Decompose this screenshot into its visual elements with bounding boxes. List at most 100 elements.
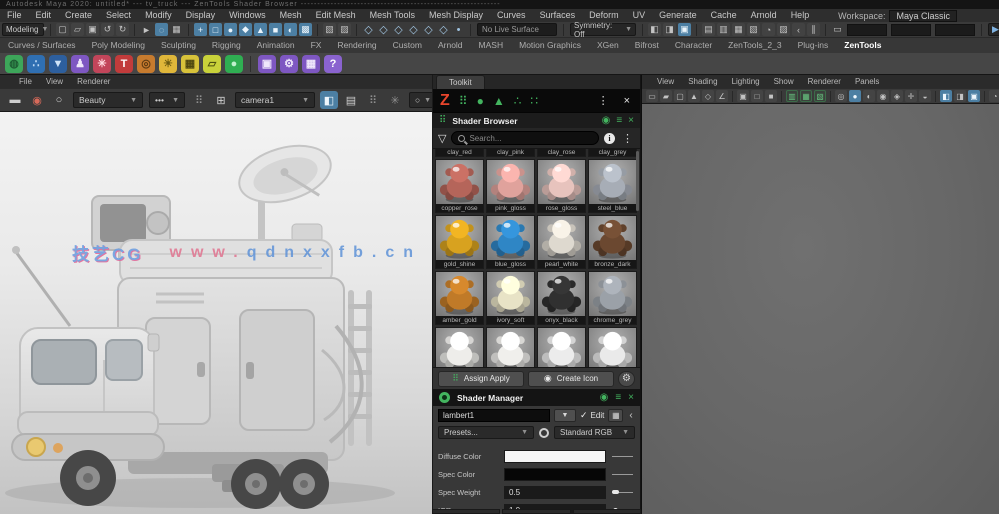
magnet-proj-icon[interactable]: ◇ [407,23,420,36]
material-swatch-clay_rose[interactable]: clay_rose [537,149,586,157]
undo-icon[interactable]: ↺ [101,23,114,36]
menu-help[interactable]: Help [784,9,817,22]
magnet-view-icon[interactable]: ◇ [422,23,435,36]
material-swatch-pearl_white[interactable]: pearl_white [537,215,586,269]
browser-target-icon[interactable]: ◉ [602,115,611,126]
swatch-grid-icon[interactable]: ⠿ [459,94,468,108]
display-gamma-select[interactable]: ••• ▼ [149,92,185,108]
ipr-render-icon[interactable]: ▥ [717,23,730,36]
workspace-selector[interactable]: Workspace: Maya Classic [838,9,957,22]
magnet-point-icon[interactable]: ◇ [392,23,405,36]
viewport-menu-panels[interactable]: Panels [848,77,886,86]
record-icon[interactable]: ◉ [28,91,46,109]
viewport-menu-lighting[interactable]: Lighting [725,77,767,86]
shelf-tab-plug-ins[interactable]: Plug-ins [790,38,837,53]
text-tool-icon[interactable]: T [115,54,133,73]
shelf-tab-curves-surfaces[interactable]: Curves / Surfaces [0,38,84,53]
render-time-icon[interactable]: ◔ [762,23,775,36]
viewport-menu-show[interactable]: Show [767,77,801,86]
shadows-icon[interactable]: ◈ [891,90,903,102]
zen-gear-icon[interactable]: ⚙ [280,54,298,73]
shelf-tab-arnold[interactable]: Arnold [430,38,471,53]
hypershade-icon[interactable]: ▧ [747,23,760,36]
paint-select-icon[interactable]: ▦ [170,23,183,36]
new-scene-icon[interactable]: ▢ [56,23,69,36]
dots-icon[interactable]: ⠿ [190,91,208,109]
launch-render-icon[interactable]: ▨ [777,23,790,36]
render-frame-icon[interactable]: ▤ [702,23,715,36]
workspace-value[interactable]: Maya Classic [889,9,957,22]
select-object-icon[interactable]: □ [209,23,222,36]
select-camera-icon[interactable]: ▭ [646,90,658,102]
renderview-menu-view[interactable]: View [39,77,70,86]
pause-icon[interactable]: ∥ [807,23,820,36]
shelf-tab-bifrost[interactable]: Bifrost [627,38,667,53]
zen-help-icon[interactable]: ? [324,54,342,73]
menu-uv[interactable]: UV [626,9,653,22]
manager-target-icon[interactable]: ◉ [600,392,609,403]
material-swatch-bronze_dark[interactable]: bronze_dark [588,215,637,269]
shelf-tab-poly-modeling[interactable]: Poly Modeling [84,38,153,53]
lasso-tool-icon[interactable]: ◌ [155,23,168,36]
manager-close-icon[interactable]: × [628,392,634,403]
viewport-menu-renderer[interactable]: Renderer [801,77,848,86]
panel-menu-icon[interactable]: ⋮ [595,94,612,107]
attribute-value-field[interactable]: 0.5 [504,485,606,499]
isolate-icon[interactable]: ◧ [320,91,338,109]
shelf-tab-custom[interactable]: Custom [385,38,430,53]
material-swatch-porcelain[interactable]: porcelain [537,327,586,367]
material-swatch-chrome_grey[interactable]: chrome_grey [588,271,637,325]
material-swatch-clay_pink[interactable]: clay_pink [486,149,535,157]
swatch-editor-icon[interactable]: ▦ [608,408,624,422]
snap-grid-icon[interactable]: ◆ [239,23,252,36]
shelf-tab-zentools[interactable]: ZenTools [836,38,889,53]
coordinate-y-field[interactable] [891,23,931,36]
menu-mesh-tools[interactable]: Mesh Tools [363,9,422,22]
save-scene-icon[interactable]: ▣ [86,23,99,36]
menu-curves[interactable]: Curves [490,9,533,22]
cone-preview-icon[interactable]: ▲ [493,94,505,108]
coordinate-x-field[interactable] [847,23,887,36]
attribute-slider[interactable] [612,450,635,463]
zen-grid-icon[interactable]: ▦ [302,54,320,73]
panel-close-icon[interactable]: × [621,95,633,107]
crop-region-icon[interactable]: ⊞ [212,91,230,109]
knot-tool-icon[interactable]: ◎ [137,54,155,73]
grease-pencil-icon[interactable]: ▣ [737,90,749,102]
xray-joints-icon[interactable]: ▣ [968,90,980,102]
material-swatch-clay_white[interactable]: clay_white [435,327,484,367]
shelf-tab-character[interactable]: Character [667,38,720,53]
wireframe-icon[interactable]: ◎ [835,90,847,102]
menu-display[interactable]: Display [179,9,223,22]
menu-windows[interactable]: Windows [222,9,273,22]
import-tool-icon[interactable]: ▼ [49,54,67,73]
magnet-grid-icon[interactable]: ◇ [362,23,375,36]
attribute-slider[interactable] [612,468,635,481]
menu-cache[interactable]: Cache [704,9,744,22]
ball-tool-icon[interactable]: ● [225,54,243,73]
viewport-menu-shading[interactable]: Shading [681,77,724,86]
render-settings-icon[interactable]: ▦ [732,23,745,36]
lock-selection-icon[interactable]: ▧ [323,23,336,36]
material-swatch-clay_grey[interactable]: clay_grey [588,149,637,157]
symmetry-select[interactable]: Symmetry: Off ▼ [570,22,636,37]
search-menu-icon[interactable]: ⋮ [620,132,635,145]
material-swatch-matte_white[interactable]: matte_white [486,327,535,367]
menu-deform[interactable]: Deform [582,9,626,22]
coords-icon[interactable]: ▭ [831,23,844,36]
browser-close-icon[interactable]: × [628,115,634,126]
checker-tool-icon[interactable]: ▦ [181,54,199,73]
menu-edit[interactable]: Edit [29,9,59,22]
material-swatch-amber_gold[interactable]: amber_gold [435,271,484,325]
material-swatch-rose_gloss[interactable]: rose_gloss [537,159,586,213]
colorspace-select[interactable]: Standard RGB ▼ [554,426,635,439]
shelf-tab-xgen[interactable]: XGen [589,38,627,53]
arnold-icon[interactable]: ‹ [792,23,805,36]
select-tool-icon[interactable]: ► [140,23,153,36]
edit-checkbox[interactable]: ✓ Edit [580,410,604,421]
color-swatch[interactable] [504,467,606,481]
menu-create[interactable]: Create [58,9,99,22]
menu-mesh[interactable]: Mesh [273,9,309,22]
info-icon[interactable]: i [604,132,615,144]
menu-generate[interactable]: Generate [652,9,704,22]
